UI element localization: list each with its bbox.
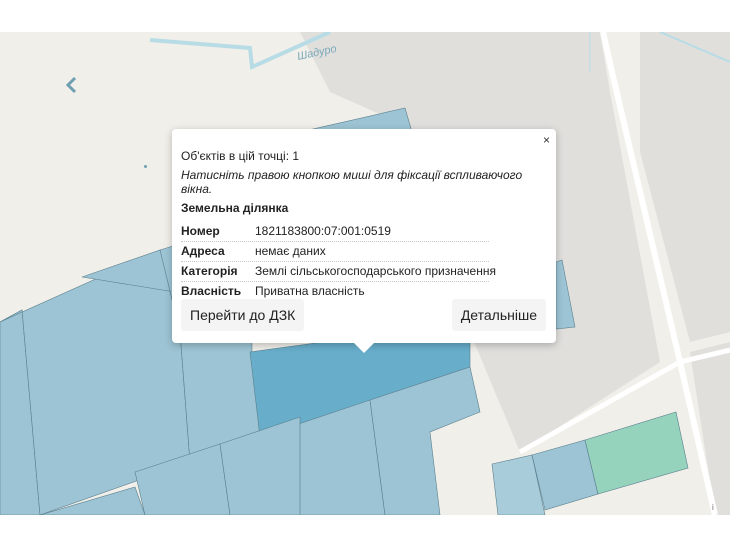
urban-block xyxy=(640,32,730,342)
attribute-row-number: Номер 1821183800:07:001:0519 xyxy=(181,221,489,242)
attribute-value: 1821183800:07:001:0519 xyxy=(255,224,391,238)
details-button[interactable]: Детальніше xyxy=(451,299,546,331)
popup-tip xyxy=(354,343,374,353)
parcel-green[interactable] xyxy=(584,411,689,495)
close-icon[interactable]: × xyxy=(543,133,550,147)
chevron-left-icon[interactable] xyxy=(64,75,80,95)
objects-count: Об'єктів в цій точці: 1 xyxy=(181,149,300,163)
attribute-key: Власність xyxy=(181,284,242,298)
attribute-value: Приватна власність xyxy=(255,284,365,298)
attribute-key: Адреса xyxy=(181,244,225,258)
feature-popup: × Об'єктів в цій точці: 1 Натисніть прав… xyxy=(172,129,556,353)
attribute-row-address: Адреса немає даних xyxy=(181,241,489,262)
attribution-info[interactable]: i xyxy=(712,503,714,512)
map-point-marker xyxy=(144,165,147,168)
attribute-key: Номер xyxy=(181,224,220,238)
go-to-dzk-button[interactable]: Перейти до ДЗК xyxy=(181,299,305,331)
attribute-row-ownership: Власність Приватна власність xyxy=(181,281,489,301)
popup-hint: Натисніть правою кнопкою миші для фіксац… xyxy=(181,168,523,196)
section-title: Земельна ділянка xyxy=(181,201,289,215)
attribute-key: Категорія xyxy=(181,264,238,278)
attribute-row-category: Категорія Землі сільськогосподарського п… xyxy=(181,261,496,282)
attribute-value: немає даних xyxy=(255,244,326,258)
attribute-value: Землі сільськогосподарського призначення xyxy=(255,264,496,278)
